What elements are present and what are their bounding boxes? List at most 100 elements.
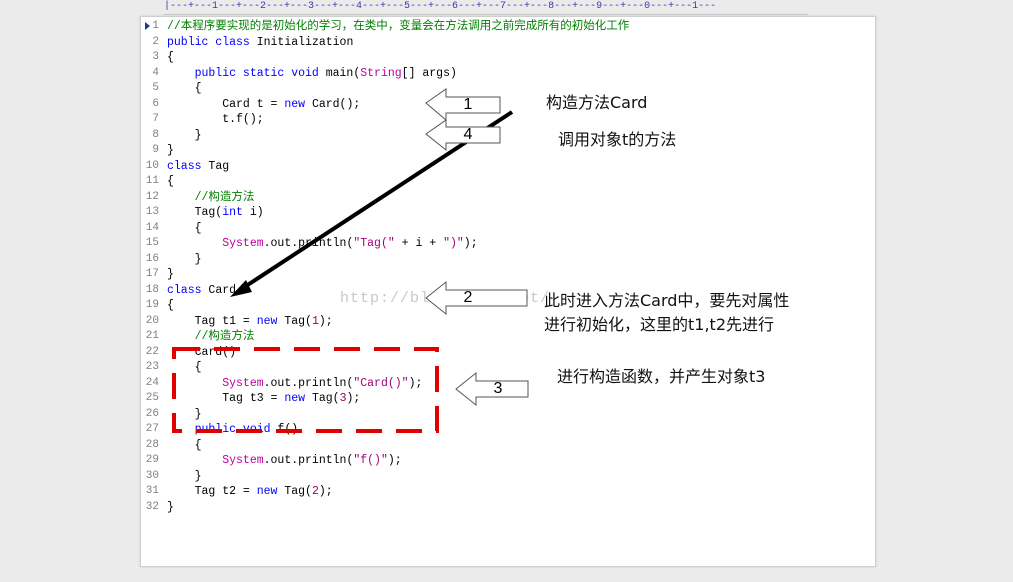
line-number: 3	[152, 51, 159, 63]
code-token: );	[463, 237, 478, 250]
code-token: 1	[311, 314, 319, 328]
code-token: Card()	[167, 345, 237, 359]
line-number: 6	[152, 97, 159, 110]
line-number: 18	[145, 283, 159, 296]
code-line: }	[167, 407, 202, 423]
line-number: 8	[152, 128, 159, 141]
code-token: public void	[167, 423, 271, 436]
code-line: Tag t2 = new Tag(2);	[167, 484, 333, 500]
line-number: 10	[145, 159, 159, 172]
line-number: 2	[152, 35, 159, 48]
line-number: 11	[145, 175, 159, 187]
line-number: 28	[145, 438, 159, 451]
ruler: |---+---1---+---2---+---3---+---4---+---…	[164, 0, 808, 15]
code-token: Tag t1 =	[167, 314, 257, 328]
code-token: i)	[242, 206, 264, 219]
code-line: }	[167, 469, 202, 485]
code-token: {	[167, 438, 202, 452]
code-line: }	[167, 267, 174, 283]
code-token: //构造方法	[167, 190, 255, 204]
code-token: "f()"	[353, 454, 388, 467]
line-number: 15	[145, 237, 159, 249]
callout-text-4: 调用对象t的方法	[558, 130, 677, 149]
code-line: {	[167, 50, 174, 66]
code-line: class Card	[167, 283, 236, 299]
code-token: ")"	[443, 237, 464, 250]
code-token: new	[256, 485, 278, 498]
code-line: class Tag	[167, 159, 229, 175]
code-token: .out.println(	[263, 237, 354, 250]
line-number: 7	[152, 113, 159, 125]
code-line: Card()	[167, 345, 236, 361]
watermark: http://blog.csdn.net/	[340, 290, 551, 307]
code-token: //构造方法	[167, 330, 255, 343]
line-number: 32	[145, 500, 159, 513]
code-token: Initialization	[249, 35, 354, 49]
code-line: public class Initialization	[167, 35, 353, 51]
callout-text-1: 构造方法Card	[546, 93, 648, 112]
code-token: Tag t3 =	[167, 392, 285, 405]
code-line: }	[167, 143, 174, 159]
code-token: }	[167, 500, 174, 514]
code-token: public class	[167, 35, 250, 49]
code-token: Card t =	[167, 97, 285, 111]
line-number: 9	[152, 144, 159, 156]
line-number: 29	[145, 454, 159, 466]
code-token: Card();	[305, 97, 361, 111]
line-number: 16	[145, 252, 159, 265]
code-line: {	[167, 221, 202, 237]
code-token: }	[167, 268, 174, 281]
code-line: Tag(int i)	[167, 205, 264, 221]
code-line: //构造方法	[167, 329, 255, 345]
code-token: Tag(	[167, 206, 223, 219]
code-token: Tag(	[277, 485, 312, 498]
code-token: "Tag("	[353, 237, 395, 250]
callout-number-4: 4	[463, 126, 473, 143]
code-token: {	[167, 175, 174, 188]
line-number: 13	[145, 206, 159, 218]
code-line: }	[167, 252, 202, 268]
code-line: Tag t3 = new Tag(3);	[167, 391, 360, 407]
code-line: public static void main(String[] args)	[167, 66, 457, 82]
line-number: 14	[145, 221, 159, 234]
code-line: }	[167, 128, 202, 144]
code-line: System.out.println("Card()");	[167, 376, 422, 392]
line-number: 24	[145, 376, 159, 389]
line-number: 12	[145, 190, 159, 203]
code-token: Tag(	[277, 314, 312, 328]
code-line: Card t = new Card();	[167, 97, 360, 113]
code-token: new	[284, 392, 306, 405]
callout-number-3: 3	[493, 380, 503, 397]
line-number: 26	[145, 407, 159, 420]
callout-text-3: 进行构造函数，并产生对象t3	[557, 367, 766, 386]
line-number: 19	[145, 299, 159, 311]
code-token: {	[167, 299, 174, 312]
code-line: System.out.println("Tag(" + i + ")");	[167, 236, 478, 252]
line-number: 20	[145, 314, 159, 327]
code-token: 2	[311, 485, 319, 498]
line-number: 31	[145, 485, 159, 497]
code-token: new	[256, 314, 278, 328]
code-token: Card	[201, 283, 237, 297]
code-token: int	[222, 206, 243, 219]
code-token: main(	[318, 66, 361, 80]
code-line: }	[167, 500, 174, 516]
code-line: {	[167, 81, 202, 97]
code-token: {	[167, 82, 202, 95]
code-token: );	[318, 485, 333, 498]
callout-number-2: 2	[463, 289, 473, 306]
line-number: 22	[145, 345, 159, 358]
code-token: //本程序要实现的是初始化的学习，在类中，变量会在方法调用之前完成所有的初始化工…	[167, 20, 630, 33]
code-token: Tag	[201, 159, 230, 173]
code-token: new	[284, 97, 306, 111]
code-token: class	[167, 159, 202, 173]
line-number: 30	[145, 469, 159, 482]
line-number: 17	[145, 268, 159, 280]
code-token: class	[167, 283, 202, 297]
callout-number-1: 1	[463, 96, 473, 113]
code-line: {	[167, 360, 202, 376]
line-number: 23	[145, 361, 159, 373]
code-line: {	[167, 298, 174, 314]
code-token: System	[167, 376, 264, 390]
line-number: 27	[145, 423, 159, 435]
